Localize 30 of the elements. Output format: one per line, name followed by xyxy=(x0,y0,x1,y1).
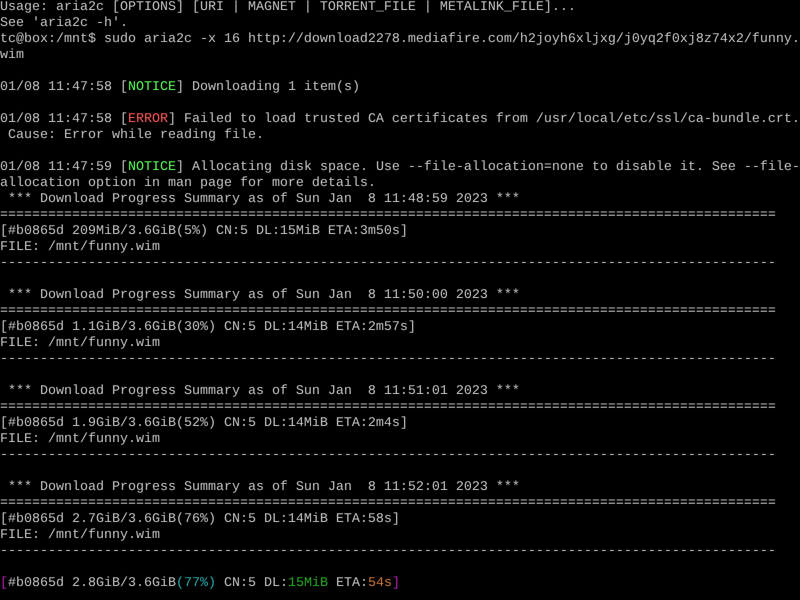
terminal-line: *** Download Progress Summary as of Sun Jan 8 11:52:01 2023 *** xyxy=(6,480,520,496)
terminal-line: FILE: /mnt/funny.wim xyxy=(0,336,160,352)
terminal-line: ------------------------------------------------------------------------------------------------- xyxy=(0,448,776,464)
terminal-line: ================================================================================================= xyxy=(0,208,776,224)
terminal-line: [#b0865d 2.8GiB/3.6GiB(77%) CN:5 DL:15MiB ETA:54s] xyxy=(0,576,400,592)
terminal-line: FILE: /mnt/funny.wim xyxy=(0,528,160,544)
terminal-line: [#b0865d 1.9GiB/3.6GiB(52%) CN:5 DL:14MiB ETA:2m4s] xyxy=(0,416,408,432)
terminal-line: Usage: aria2c [OPTIONS] [URI | MAGNET | TORRENT_FILE | METALINK_FILE]... xyxy=(0,0,576,16)
terminal-line: *** Download Progress Summary as of Sun Jan 8 11:48:59 2023 *** xyxy=(6,192,520,208)
terminal-line: ------------------------------------------------------------------------------------------------- xyxy=(0,256,776,272)
terminal-line: [#b0865d 209MiB/3.6GiB(5%) CN:5 DL:15MiB ETA:3m50s] xyxy=(0,224,408,240)
terminal-line: [#b0865d 2.7GiB/3.6GiB(76%) CN:5 DL:14MiB ETA:58s] xyxy=(0,512,400,528)
terminal-line: 01/08 11:47:58 [ERROR] Failed to load trusted CA certificates from /usr/local/etc/ssl/ca-bundle.crt. xyxy=(0,112,800,128)
terminal-line: Cause: Error while reading file. xyxy=(6,128,264,144)
terminal-line: wim xyxy=(0,48,24,64)
terminal-line: allocation option in man page for more details. xyxy=(0,176,376,192)
terminal-line: ================================================================================================= xyxy=(0,496,776,512)
terminal-line: ------------------------------------------------------------------------------------------------- xyxy=(0,352,776,368)
terminal-line: [#b0865d 1.1GiB/3.6GiB(30%) CN:5 DL:14MiB ETA:2m57s] xyxy=(0,320,416,336)
terminal-line: FILE: /mnt/funny.wim xyxy=(0,432,160,448)
terminal-line: See 'aria2c -h'. xyxy=(0,16,128,32)
terminal-line: 01/08 11:47:58 [NOTICE] Downloading 1 item(s) xyxy=(0,80,360,96)
terminal-line: tc@box:/mnt$ sudo aria2c -x 16 http://download2278.mediafire.com/h2joyh6xljxg/j0yq2f0xj8z74x2/funny. xyxy=(0,32,800,48)
terminal-line: ================================================================================================= xyxy=(0,400,776,416)
terminal-line: ------------------------------------------------------------------------------------------------- xyxy=(0,544,776,560)
terminal-line: ================================================================================================= xyxy=(0,304,776,320)
terminal-line: 01/08 11:47:59 [NOTICE] Allocating disk space. Use --file-allocation=none to disable it. See --file- xyxy=(0,160,800,176)
terminal-line: *** Download Progress Summary as of Sun Jan 8 11:51:01 2023 *** xyxy=(6,384,520,400)
terminal-line: FILE: /mnt/funny.wim xyxy=(0,240,160,256)
terminal-line: *** Download Progress Summary as of Sun Jan 8 11:50:00 2023 *** xyxy=(6,288,520,304)
